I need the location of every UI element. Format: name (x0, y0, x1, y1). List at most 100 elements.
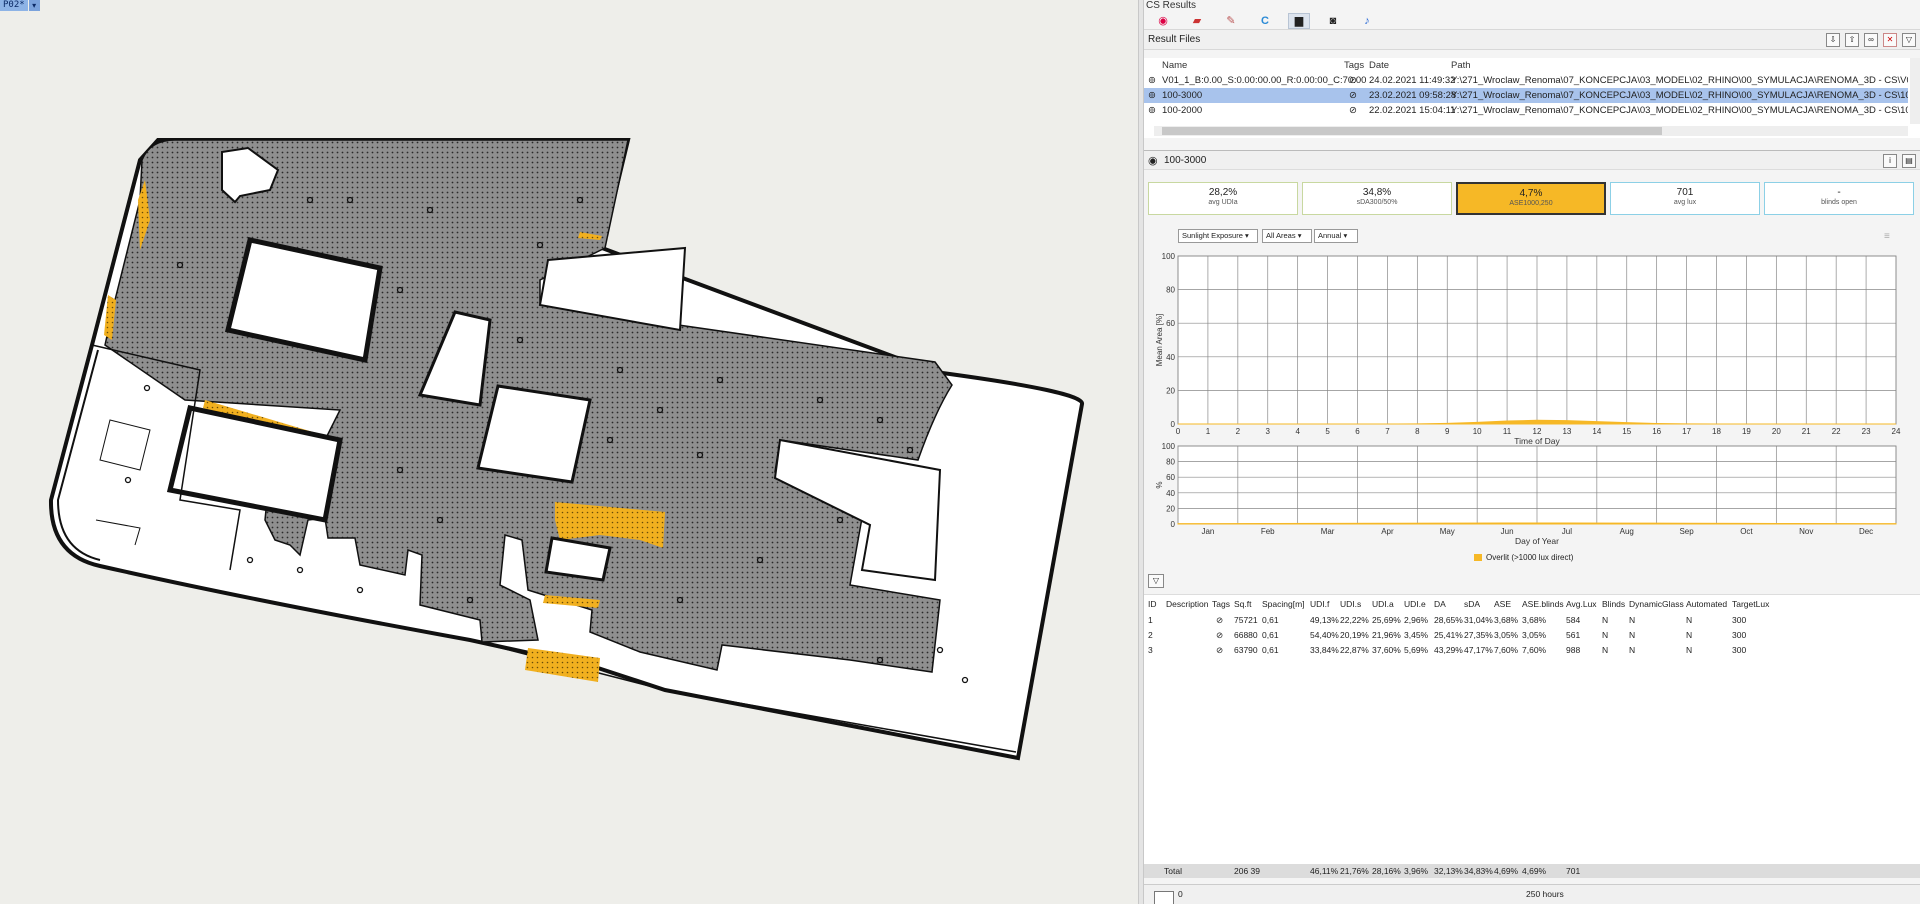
table-cell: 0,61 (1262, 630, 1279, 640)
y-tick-label: 100 (1162, 252, 1176, 261)
x-tick-label: Sep (1679, 527, 1694, 536)
viewport-name-tab[interactable]: P02* ▾ (0, 0, 40, 11)
x-tick-label: 10 (1473, 427, 1482, 436)
total-cell: 34,83% (1464, 866, 1493, 876)
table-cell: N (1629, 645, 1636, 655)
table-header-cell: Spacing[m] (1262, 599, 1305, 609)
table-cell: 75721 (1234, 615, 1258, 625)
x-tick-label: 12 (1533, 427, 1542, 436)
table-cell: N (1629, 630, 1636, 640)
table-cell: N (1686, 615, 1693, 625)
table-cell: 20,19% (1340, 630, 1369, 640)
y-tick-label: 20 (1166, 386, 1175, 395)
total-cell: 701 (1566, 866, 1581, 876)
x-tick-label: 23 (1862, 427, 1871, 436)
y-tick-label: 0 (1171, 520, 1176, 529)
table-cell: 47,17% (1464, 645, 1493, 655)
tag-icon: ⊘ (1216, 615, 1224, 625)
x-tick-label: 7 (1385, 427, 1390, 436)
x-tick-label: 11 (1503, 427, 1512, 436)
chart-legend: Overlit (>1000 lux direct) (1474, 553, 1573, 562)
table-cell: 0,61 (1262, 615, 1279, 625)
table-cell: 3,45% (1404, 630, 1429, 640)
x-tick-label: 24 (1892, 427, 1901, 436)
table-cell: N (1602, 645, 1609, 655)
table-cell: N (1686, 630, 1693, 640)
y-tick-label: 60 (1166, 319, 1175, 328)
x-tick-label: 13 (1562, 427, 1571, 436)
table-header-cell: ASE.blinds (1522, 599, 1564, 609)
rhino-viewport[interactable]: P02* ▾ (0, 0, 1138, 904)
x-tick-label: 6 (1355, 427, 1360, 436)
x-tick-label: Jan (1201, 527, 1214, 536)
x-tick-label: Jul (1562, 527, 1572, 536)
total-cell: 32,13% (1434, 866, 1463, 876)
timeline-play-button[interactable] (1154, 891, 1174, 904)
table-header-cell: Blinds (1602, 599, 1626, 609)
table-cell: 28,65% (1434, 615, 1463, 625)
table-cell: 3,05% (1522, 630, 1547, 640)
legend-swatch (1474, 554, 1482, 561)
x-tick-label: 19 (1742, 427, 1751, 436)
table-cell: 7,60% (1494, 645, 1519, 655)
x-tick-label: May (1440, 527, 1455, 536)
table-cell: 3 (1148, 645, 1153, 655)
table-cell: 300 (1732, 615, 1747, 625)
table-cell: 2,96% (1404, 615, 1429, 625)
table-header-cell: Description (1166, 599, 1209, 609)
x-axis-label: Time of Day (1514, 436, 1560, 446)
x-tick-label: Dec (1859, 527, 1873, 536)
tag-icon: ⊘ (1216, 645, 1224, 655)
y-tick-label: 80 (1166, 286, 1175, 295)
table-cell: 22,22% (1340, 615, 1369, 625)
x-tick-label: Apr (1381, 527, 1394, 536)
x-tick-label: 15 (1622, 427, 1631, 436)
x-tick-label: 18 (1712, 427, 1721, 436)
table-header-cell: UDI.f (1310, 599, 1330, 609)
series-area (1177, 522, 1897, 525)
table-cell: 561 (1566, 630, 1581, 640)
table-cell: 3,68% (1522, 615, 1547, 625)
total-cell: 21,76% (1340, 866, 1369, 876)
x-tick-label: 21 (1802, 427, 1811, 436)
x-tick-label: 16 (1652, 427, 1661, 436)
table-cell: N (1629, 615, 1636, 625)
tag-icon: ⊘ (1216, 630, 1224, 640)
x-tick-label: 2 (1236, 427, 1241, 436)
viewport-dropdown-icon[interactable]: ▾ (28, 0, 40, 11)
total-cell: Total (1164, 866, 1182, 876)
x-tick-label: Nov (1799, 527, 1813, 536)
table-header-cell: UDI.a (1372, 599, 1394, 609)
x-tick-label: Jun (1501, 527, 1514, 536)
table-cell: 7,60% (1522, 645, 1547, 655)
x-tick-label: Mar (1321, 527, 1335, 536)
table-cell: 31,04% (1464, 615, 1493, 625)
x-tick-label: 22 (1832, 427, 1841, 436)
y-tick-label: 20 (1166, 504, 1175, 513)
floor-plan-drawing (48, 138, 1084, 761)
total-cell: 206 39 (1234, 866, 1260, 876)
viewport-name[interactable]: P02* (0, 0, 28, 11)
x-tick-label: 20 (1772, 427, 1781, 436)
x-tick-label: 14 (1592, 427, 1601, 436)
table-cell: 1 (1148, 615, 1153, 625)
table-header-cell: ID (1148, 599, 1157, 609)
y-axis-label: % (1155, 481, 1164, 488)
y-tick-label: 100 (1162, 442, 1176, 451)
results-table[interactable]: ID Description Tags Sq.ft Spacing[m] UDI.f UDI… (1144, 594, 1920, 878)
y-tick-label: 60 (1166, 473, 1175, 482)
table-cell: 300 (1732, 645, 1747, 655)
total-cell: 28,16% (1372, 866, 1401, 876)
legend-label: Overlit (>1000 lux direct) (1486, 553, 1574, 562)
total-cell: 3,96% (1404, 866, 1429, 876)
timeline-start: 0 (1178, 889, 1183, 899)
table-header-cell: Sq.ft (1234, 599, 1252, 609)
table-cell: 3,05% (1494, 630, 1519, 640)
x-tick-label: 17 (1682, 427, 1691, 436)
x-tick-label: 4 (1295, 427, 1300, 436)
table-cell: 33,84% (1310, 645, 1339, 655)
cs-results-panel: CS Results ◉ ▰ ✎ C ▆ ◙ ♪ Result Files ⇩ … (1144, 0, 1920, 904)
table-cell: N (1602, 630, 1609, 640)
table-filter-icon[interactable]: ▽ (1148, 574, 1164, 588)
atrium-void (476, 384, 592, 484)
